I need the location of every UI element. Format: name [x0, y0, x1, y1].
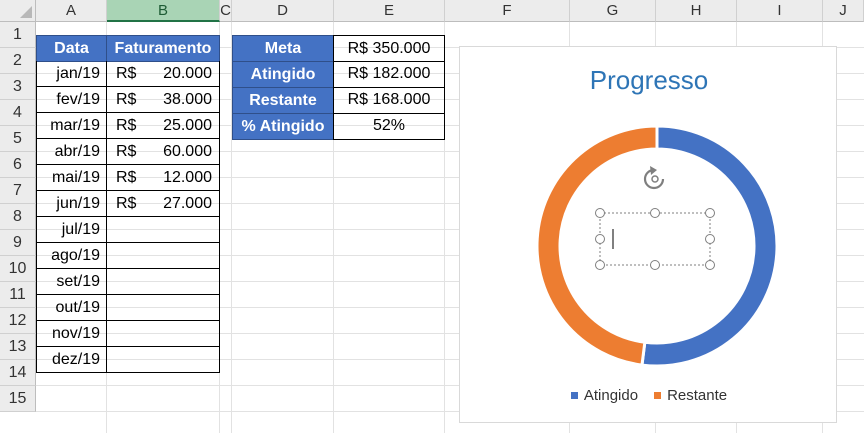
col-header-g[interactable]: G — [570, 0, 656, 22]
legend-item-restante: Restante — [654, 387, 727, 404]
resize-handle[interactable] — [595, 234, 605, 244]
value-pct-atingido[interactable]: 52% — [333, 113, 445, 140]
row-header-12[interactable]: 12 — [0, 308, 36, 334]
label-pct-atingido[interactable]: % Atingido — [232, 113, 334, 140]
row-header-4[interactable]: 4 — [0, 100, 36, 126]
currency-symbol: R$ — [116, 64, 137, 82]
revenue-value: 38.000 — [163, 90, 212, 108]
rotate-handle-icon[interactable] — [643, 166, 665, 190]
header-faturamento[interactable]: Faturamento — [106, 35, 220, 62]
cell-revenue[interactable] — [106, 347, 220, 373]
cell-revenue[interactable]: R$ 27.000 — [106, 191, 220, 217]
doughnut-chart[interactable]: Progresso Atingido Restante — [459, 46, 837, 423]
cell-month[interactable]: dez/19 — [36, 347, 107, 373]
cell-revenue[interactable] — [106, 269, 220, 295]
col-header-c[interactable]: C — [220, 0, 232, 22]
resize-handle[interactable] — [650, 208, 660, 218]
cell-revenue[interactable] — [106, 295, 220, 321]
legend-label: Restante — [667, 387, 728, 404]
chart-plot — [535, 124, 779, 368]
cell-revenue[interactable]: R$ 60.000 — [106, 139, 220, 165]
row-header-8[interactable]: 8 — [0, 204, 36, 230]
row-header-1[interactable]: 1 — [0, 22, 36, 48]
cell-revenue[interactable] — [106, 321, 220, 347]
col-header-e[interactable]: E — [334, 0, 445, 22]
col-header-d[interactable]: D — [232, 0, 334, 22]
legend-swatch — [570, 392, 578, 399]
donut-slice-atingido[interactable] — [640, 124, 779, 368]
row-header-7[interactable]: 7 — [0, 178, 36, 204]
label-restante[interactable]: Restante — [232, 87, 334, 114]
value-meta[interactable]: R$ 350.000 — [333, 35, 445, 62]
cell-revenue[interactable]: R$ 38.000 — [106, 87, 220, 113]
col-header-h[interactable]: H — [656, 0, 737, 22]
revenue-value: 27.000 — [163, 194, 212, 212]
col-header-a[interactable]: A — [36, 0, 107, 22]
value-atingido[interactable]: R$ 182.000 — [333, 61, 445, 88]
legend-swatch — [654, 392, 662, 399]
value-restante[interactable]: R$ 168.000 — [333, 87, 445, 114]
selected-textbox[interactable] — [595, 166, 715, 270]
cell-month[interactable]: abr/19 — [36, 139, 107, 165]
resize-handle[interactable] — [705, 234, 715, 244]
cell-revenue[interactable] — [106, 217, 220, 243]
col-header-f[interactable]: F — [445, 0, 570, 22]
cell-month[interactable]: jan/19 — [36, 61, 107, 87]
resize-handle[interactable] — [650, 260, 660, 270]
revenue-value: 25.000 — [163, 116, 212, 134]
cell-revenue[interactable] — [106, 243, 220, 269]
currency-symbol: R$ — [116, 142, 137, 160]
col-header-i[interactable]: I — [737, 0, 823, 22]
resize-handle[interactable] — [595, 260, 605, 270]
cell-month[interactable]: mai/19 — [36, 165, 107, 191]
row-header-5[interactable]: 5 — [0, 126, 36, 152]
currency-symbol: R$ — [116, 194, 137, 212]
row-header-11[interactable]: 11 — [0, 282, 36, 308]
legend-label: Atingido — [583, 387, 639, 404]
row-header-10[interactable]: 10 — [0, 256, 36, 282]
donut-slice-restante[interactable] — [535, 124, 659, 367]
cell-month[interactable]: jul/19 — [36, 217, 107, 243]
row-header-9[interactable]: 9 — [0, 230, 36, 256]
legend-item-atingido: Atingido — [570, 387, 639, 404]
cell-revenue[interactable]: R$ 20.000 — [106, 61, 220, 87]
resize-handle[interactable] — [595, 208, 605, 218]
currency-symbol: R$ — [116, 168, 137, 186]
col-header-b[interactable]: B — [107, 0, 220, 22]
row-header-13[interactable]: 13 — [0, 334, 36, 360]
cell-month[interactable]: out/19 — [36, 295, 107, 321]
col-header-j[interactable]: J — [823, 0, 864, 22]
cell-month[interactable]: set/19 — [36, 269, 107, 295]
row-header-6[interactable]: 6 — [0, 152, 36, 178]
row-header-15[interactable]: 15 — [0, 386, 36, 412]
cell-month[interactable]: jun/19 — [36, 191, 107, 217]
cell-revenue[interactable]: R$ 25.000 — [106, 113, 220, 139]
row-header-2[interactable]: 2 — [0, 48, 36, 74]
cell-month[interactable]: fev/19 — [36, 87, 107, 113]
label-meta[interactable]: Meta — [232, 35, 334, 62]
revenue-value: 60.000 — [163, 142, 212, 160]
cell-month[interactable]: mar/19 — [36, 113, 107, 139]
cell-month[interactable]: ago/19 — [36, 243, 107, 269]
row-header-14[interactable]: 14 — [0, 360, 36, 386]
chart-legend: Atingido Restante — [460, 387, 838, 404]
select-all-corner[interactable] — [0, 0, 36, 22]
currency-symbol: R$ — [116, 116, 137, 134]
cell-revenue[interactable]: R$ 12.000 — [106, 165, 220, 191]
resize-handle[interactable] — [705, 208, 715, 218]
resize-handle[interactable] — [705, 260, 715, 270]
revenue-value: 12.000 — [163, 168, 212, 186]
label-atingido[interactable]: Atingido — [232, 61, 334, 88]
row-header-3[interactable]: 3 — [0, 74, 36, 100]
header-data[interactable]: Data — [36, 35, 107, 62]
revenue-value: 20.000 — [163, 64, 212, 82]
currency-symbol: R$ — [116, 90, 137, 108]
cell-month[interactable]: nov/19 — [36, 321, 107, 347]
